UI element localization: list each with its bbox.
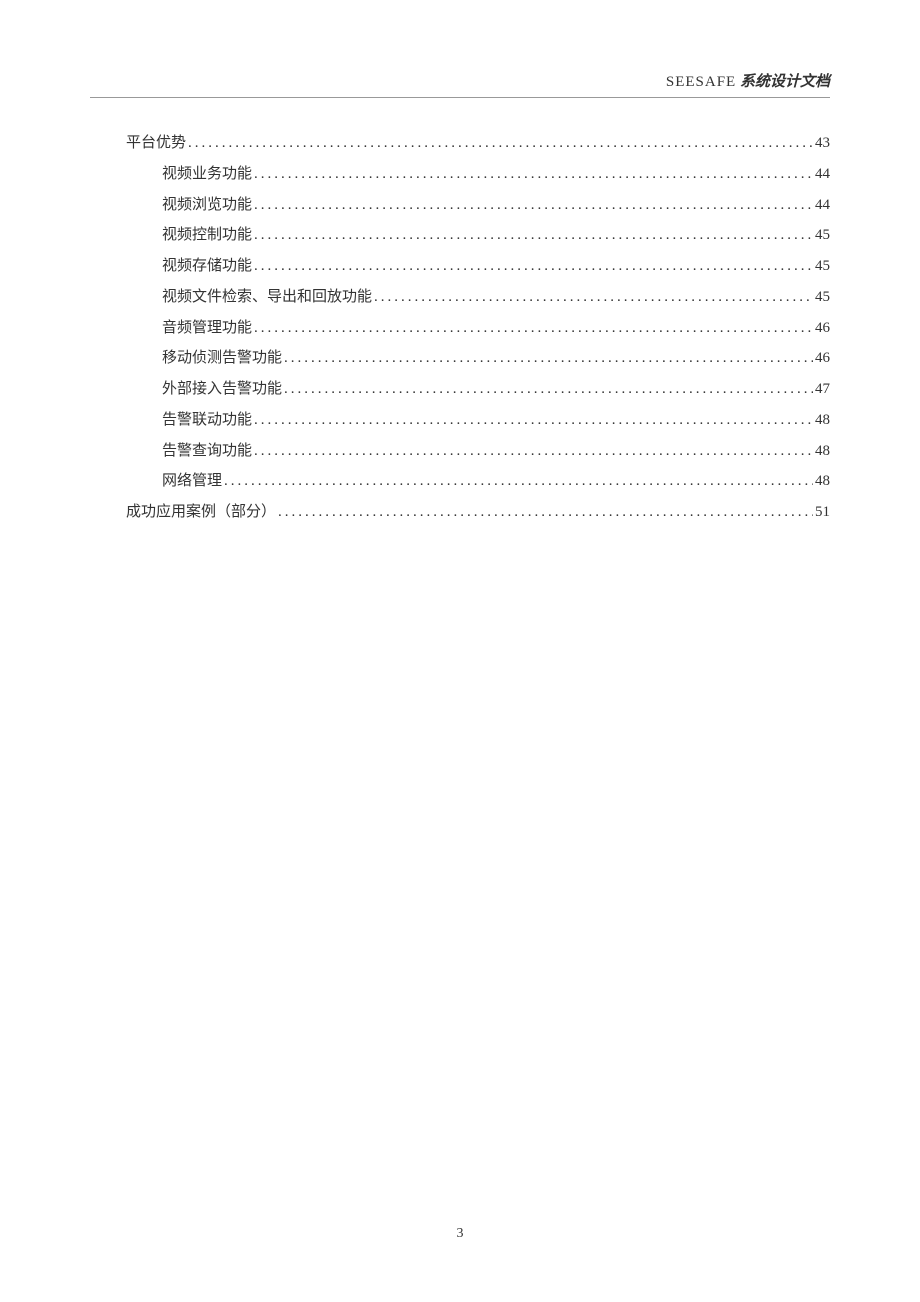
toc-entry-page: 48 bbox=[813, 405, 830, 436]
toc-leader-dots bbox=[222, 466, 813, 497]
toc-entry-page: 45 bbox=[813, 282, 830, 313]
toc-entry-page: 46 bbox=[813, 313, 830, 344]
toc-entry-title: 成功应用案例（部分） bbox=[126, 497, 276, 528]
toc-entry[interactable]: 视频浏览功能 44 bbox=[90, 190, 830, 221]
toc-leader-dots bbox=[282, 343, 813, 374]
toc-leader-dots bbox=[252, 313, 813, 344]
toc-entry-title: 音频管理功能 bbox=[162, 313, 252, 344]
header-text: SEESAFE 系统设计文档 bbox=[90, 70, 830, 91]
toc-entry-title: 移动侦测告警功能 bbox=[162, 343, 282, 374]
toc-leader-dots bbox=[252, 436, 813, 467]
toc-entry[interactable]: 视频控制功能 45 bbox=[90, 220, 830, 251]
toc-leader-dots bbox=[252, 405, 813, 436]
toc-entry-page: 48 bbox=[813, 436, 830, 467]
toc-entry-page: 44 bbox=[813, 190, 830, 221]
toc-entry-page: 51 bbox=[813, 497, 830, 528]
toc-entry-title: 外部接入告警功能 bbox=[162, 374, 282, 405]
toc-leader-dots bbox=[282, 374, 813, 405]
toc-leader-dots bbox=[372, 282, 813, 313]
toc-leader-dots bbox=[276, 497, 813, 528]
toc-entry-title: 告警联动功能 bbox=[162, 405, 252, 436]
toc-leader-dots bbox=[252, 251, 813, 282]
header-brand: SEESAFE bbox=[666, 74, 736, 90]
toc-entry-page: 44 bbox=[813, 159, 830, 190]
toc-entry[interactable]: 外部接入告警功能 47 bbox=[90, 374, 830, 405]
table-of-contents: 平台优势43视频业务功能44视频浏览功能44视频控制功能45视频存储功能45视频… bbox=[90, 128, 830, 528]
toc-leader-dots bbox=[252, 220, 813, 251]
toc-entry-title: 网络管理 bbox=[162, 466, 222, 497]
toc-entry-page: 47 bbox=[813, 374, 830, 405]
toc-entry[interactable]: 移动侦测告警功能 46 bbox=[90, 343, 830, 374]
toc-entry-page: 48 bbox=[813, 466, 830, 497]
toc-entry-page: 43 bbox=[813, 128, 830, 159]
toc-leader-dots bbox=[186, 128, 813, 159]
document-page: SEESAFE 系统设计文档 平台优势43视频业务功能44视频浏览功能44视频控… bbox=[0, 0, 920, 528]
page-number: 3 bbox=[0, 1226, 920, 1242]
toc-leader-dots bbox=[252, 159, 813, 190]
toc-entry[interactable]: 网络管理 48 bbox=[90, 466, 830, 497]
toc-entry-title: 视频浏览功能 bbox=[162, 190, 252, 221]
toc-entry-page: 45 bbox=[813, 251, 830, 282]
toc-entry[interactable]: 音频管理功能 46 bbox=[90, 313, 830, 344]
toc-entry[interactable]: 视频文件检索、导出和回放功能 45 bbox=[90, 282, 830, 313]
toc-leader-dots bbox=[252, 190, 813, 221]
toc-entry-title: 告警查询功能 bbox=[162, 436, 252, 467]
toc-entry-page: 45 bbox=[813, 220, 830, 251]
toc-entry[interactable]: 告警联动功能 48 bbox=[90, 405, 830, 436]
toc-entry-title: 平台优势 bbox=[126, 128, 186, 159]
toc-entry-title: 视频控制功能 bbox=[162, 220, 252, 251]
toc-entry[interactable]: 成功应用案例（部分） 51 bbox=[90, 497, 830, 528]
toc-entry[interactable]: 平台优势 43 bbox=[90, 128, 830, 159]
toc-entry-title: 视频文件检索、导出和回放功能 bbox=[162, 282, 372, 313]
toc-entry[interactable]: 告警查询功能 48 bbox=[90, 436, 830, 467]
toc-entry[interactable]: 视频业务功能 44 bbox=[90, 159, 830, 190]
toc-entry-page: 46 bbox=[813, 343, 830, 374]
toc-entry-title: 视频存储功能 bbox=[162, 251, 252, 282]
header-doc-title: 系统设计文档 bbox=[740, 74, 830, 90]
toc-entry[interactable]: 视频存储功能 45 bbox=[90, 251, 830, 282]
page-header: SEESAFE 系统设计文档 bbox=[90, 70, 830, 98]
toc-entry-title: 视频业务功能 bbox=[162, 159, 252, 190]
